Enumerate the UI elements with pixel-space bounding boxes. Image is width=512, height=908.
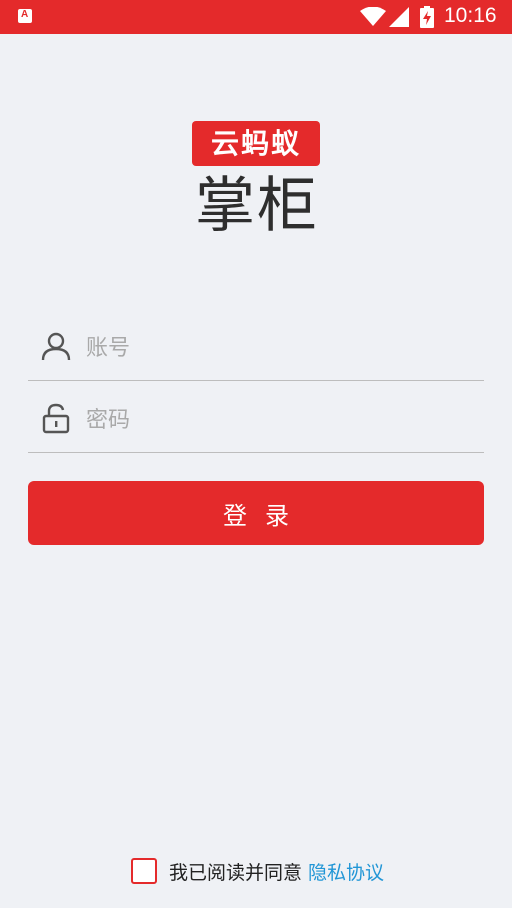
signal-icon (389, 7, 409, 27)
password-field (28, 388, 484, 453)
app-notification-icon: A (18, 9, 32, 23)
user-icon (41, 332, 71, 361)
account-field (28, 316, 484, 381)
login-button[interactable]: 登录 (28, 481, 484, 545)
agreement-row: 我已阅读并同意 隐私协议 (131, 856, 384, 886)
privacy-policy-link[interactable]: 隐私协议 (308, 858, 384, 885)
password-input[interactable] (84, 402, 468, 438)
battery-charging-icon (420, 6, 434, 28)
status-time: 10:16 (444, 4, 497, 27)
lock-icon (42, 403, 70, 434)
logo-title: 掌柜 (195, 171, 319, 241)
status-bar: A 10:16 (0, 0, 512, 34)
agreement-text: 我已阅读并同意 (169, 861, 303, 884)
logo-badge: 云蚂蚁 (192, 121, 320, 166)
wifi-icon (360, 7, 386, 26)
agreement-checkbox[interactable] (131, 858, 157, 884)
account-input[interactable] (84, 330, 468, 366)
app-notification-letter: A (21, 9, 29, 20)
